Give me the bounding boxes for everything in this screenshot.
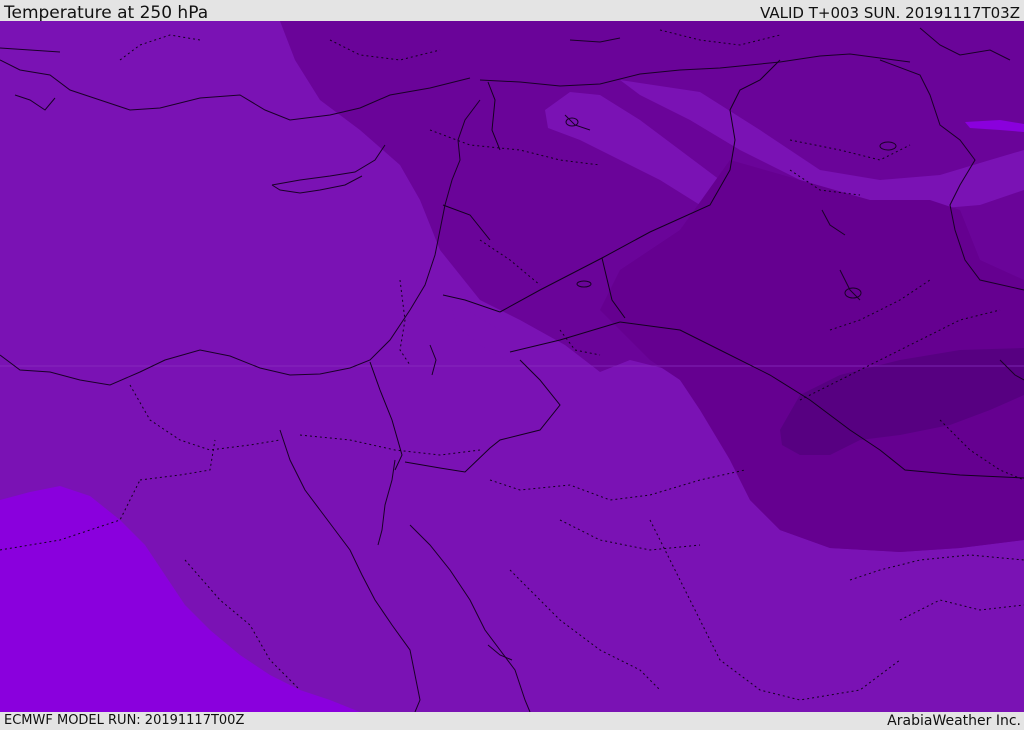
footer-bar: ECMWF MODEL RUN: 20191117T00Z ArabiaWeat… <box>0 712 1024 729</box>
weather-map[interactable] <box>0 21 1024 712</box>
model-run: ECMWF MODEL RUN: 20191117T00Z <box>4 713 245 728</box>
header-bar: Temperature at 250 hPa VALID T+003 SUN. … <box>0 0 1024 23</box>
map-svg <box>0 21 1024 712</box>
credit-text: ArabiaWeather Inc. <box>887 713 1021 729</box>
